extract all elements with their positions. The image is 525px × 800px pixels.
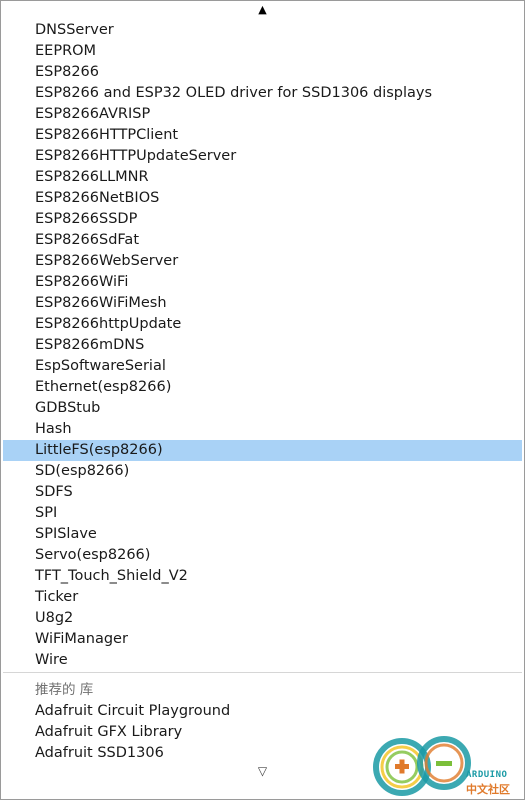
library-menu-item[interactable]: WiFiManager — [3, 629, 522, 650]
library-menu-item[interactable]: Ticker — [3, 587, 522, 608]
library-menu-item[interactable]: Wire — [3, 650, 522, 671]
library-menu-item[interactable]: ESP8266mDNS — [3, 335, 522, 356]
library-menu-item[interactable]: ESP8266LLMNR — [3, 167, 522, 188]
library-menu-item[interactable]: TFT_Touch_Shield_V2 — [3, 566, 522, 587]
watermark-brand-text: ARDUINO — [466, 770, 508, 780]
library-menu-item[interactable]: LittleFS(esp8266) — [3, 440, 522, 461]
library-menu-item[interactable]: SPISlave — [3, 524, 522, 545]
library-menu-item[interactable]: ESP8266 — [3, 62, 522, 83]
library-menu-item[interactable]: GDBStub — [3, 398, 522, 419]
library-menu-item[interactable]: EEPROM — [3, 41, 522, 62]
library-menu-item[interactable]: U8g2 — [3, 608, 522, 629]
library-menu-item[interactable]: ESP8266SdFat — [3, 230, 522, 251]
library-menu-item[interactable]: ESP8266WiFi — [3, 272, 522, 293]
arduino-logo-icon — [373, 736, 471, 796]
scroll-up-arrow-icon[interactable]: ▲ — [1, 4, 524, 15]
library-menu-item[interactable]: SDFS — [3, 482, 522, 503]
library-dropdown-menu: ▲ DNSServer EEPROM ESP8266 ESP8266 and ESP3… — [0, 0, 525, 800]
watermark-subtitle-text: 中文社区 — [466, 783, 510, 796]
library-menu-item[interactable]: ESP8266httpUpdate — [3, 314, 522, 335]
library-menu-item[interactable]: Servo(esp8266) — [3, 545, 522, 566]
library-menu-item[interactable]: DNSServer — [3, 20, 522, 41]
library-menu-item[interactable]: ESP8266HTTPClient — [3, 125, 522, 146]
library-menu-item[interactable]: ESP8266 and ESP32 OLED driver for SSD130… — [3, 83, 522, 104]
library-menu-item[interactable]: EspSoftwareSerial — [3, 356, 522, 377]
library-menu-item[interactable]: ESP8266NetBIOS — [3, 188, 522, 209]
library-menu-item[interactable]: Hash — [3, 419, 522, 440]
library-menu-item[interactable]: SPI — [3, 503, 522, 524]
library-menu-item[interactable]: ESP8266WiFiMesh — [3, 293, 522, 314]
library-menu-item[interactable]: ESP8266AVRISP — [3, 104, 522, 125]
library-menu-item[interactable]: ESP8266WebServer — [3, 251, 522, 272]
library-list: DNSServer EEPROM ESP8266 ESP8266 and ESP32 … — [3, 20, 522, 764]
library-menu-item[interactable]: SD(esp8266) — [3, 461, 522, 482]
library-menu-item[interactable]: ESP8266HTTPUpdateServer — [3, 146, 522, 167]
library-menu-item[interactable]: Ethernet(esp8266) — [3, 377, 522, 398]
library-menu-item[interactable]: ESP8266SSDP — [3, 209, 522, 230]
section-divider — [3, 672, 522, 673]
recommended-libraries-header: 推荐的 库 — [35, 682, 94, 698]
recommended-library-item[interactable]: Adafruit Circuit Playground — [3, 701, 522, 722]
